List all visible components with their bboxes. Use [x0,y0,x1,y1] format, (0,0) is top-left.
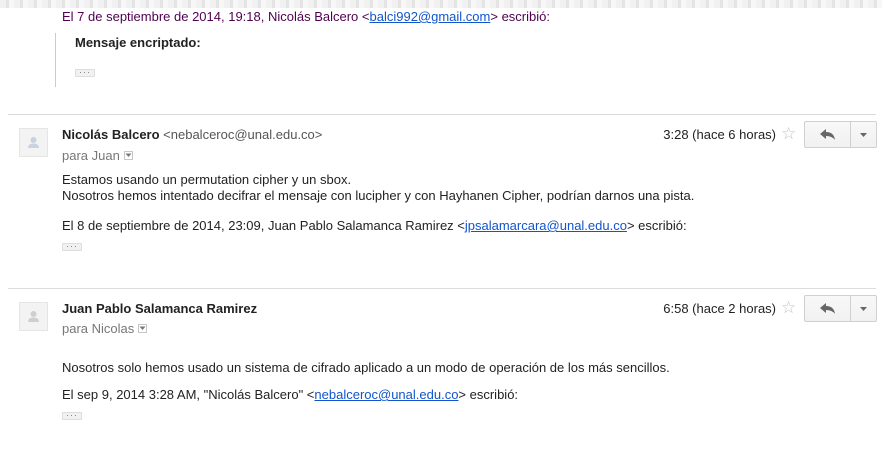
message-time[interactable]: 6:58 (hace 2 horas) [640,301,776,316]
quote-email-link[interactable]: nebalceroc@unal.edu.co [314,387,458,402]
chevron-down-icon [139,326,146,330]
more-actions-button[interactable] [851,122,876,147]
message-time[interactable]: 3:28 (hace 6 horas) [640,127,776,142]
sender-email: <nebalceroc@unal.edu.co> [163,127,323,142]
quote-header: El 8 de septiembre de 2014, 23:09, Juan … [62,218,687,233]
avatar [19,302,48,331]
quote-prefix: El sep 9, 2014 3:28 AM, "Nicolás Balcero… [62,387,315,402]
show-trimmed-content-button[interactable]: ··· [62,242,82,251]
recipient-line: para Juan [62,148,133,163]
recipient-label: para Juan [62,148,120,163]
show-trimmed-content-button[interactable]: ··· [75,68,95,77]
quote-suffix: > escribió: [626,218,687,233]
reply-arrow-icon [819,129,835,140]
message-header-1[interactable]: Nicolás Balcero <nebalceroc@unal.edu.co> [62,127,322,142]
sender-name: Nicolás Balcero [62,127,160,142]
quote-prefix: El 7 de septiembre de 2014, 19:18, Nicol… [62,9,370,24]
quote-header-top: El 7 de septiembre de 2014, 19:18, Nicol… [62,9,550,24]
message-body-line: Nosotros hemos intentado decifrar el men… [62,188,695,203]
sender-name: Juan Pablo Salamanca Ramirez [62,301,258,316]
message-header-2[interactable]: Juan Pablo Salamanca Ramirez [62,301,257,316]
reply-button[interactable] [805,122,852,147]
recipient-label: para Nicolas [62,321,135,336]
dropdown-caret-icon [860,132,868,137]
quote-email-link[interactable]: jpsalamarcara@unal.edu.co [465,218,627,233]
chevron-down-icon [125,153,132,157]
message-body-line: Nosotros solo hemos usado un sistema de … [62,360,670,375]
show-details-button[interactable] [123,151,133,160]
reply-button-group [804,295,877,322]
reply-button[interactable] [805,296,852,321]
quote-prefix: El 8 de septiembre de 2014, 23:09, Juan … [62,218,465,233]
star-icon[interactable]: ☆ [781,125,796,142]
quote-block-border [55,33,68,87]
scrolled-content-strip [0,0,882,8]
reply-button-group [804,121,877,148]
quote-suffix: > escribió: [458,387,519,402]
quote-header: El sep 9, 2014 3:28 AM, "Nicolás Balcero… [62,387,518,402]
avatar [19,128,48,157]
quote-suffix: > escribió: [490,9,550,24]
reply-arrow-icon [819,303,835,314]
quoted-heading: Mensaje encriptado: [75,35,201,50]
message-divider [8,288,876,289]
more-actions-button[interactable] [851,296,876,321]
show-details-button[interactable] [138,324,148,333]
message-divider [8,114,876,115]
person-silhouette-icon [28,137,39,148]
recipient-line: para Nicolas [62,321,148,336]
star-icon[interactable]: ☆ [781,299,796,316]
person-silhouette-icon [28,311,39,322]
dropdown-caret-icon [860,306,868,311]
quote-email-link[interactable]: balci992@gmail.com [370,9,491,24]
show-trimmed-content-button[interactable]: ··· [62,411,82,420]
